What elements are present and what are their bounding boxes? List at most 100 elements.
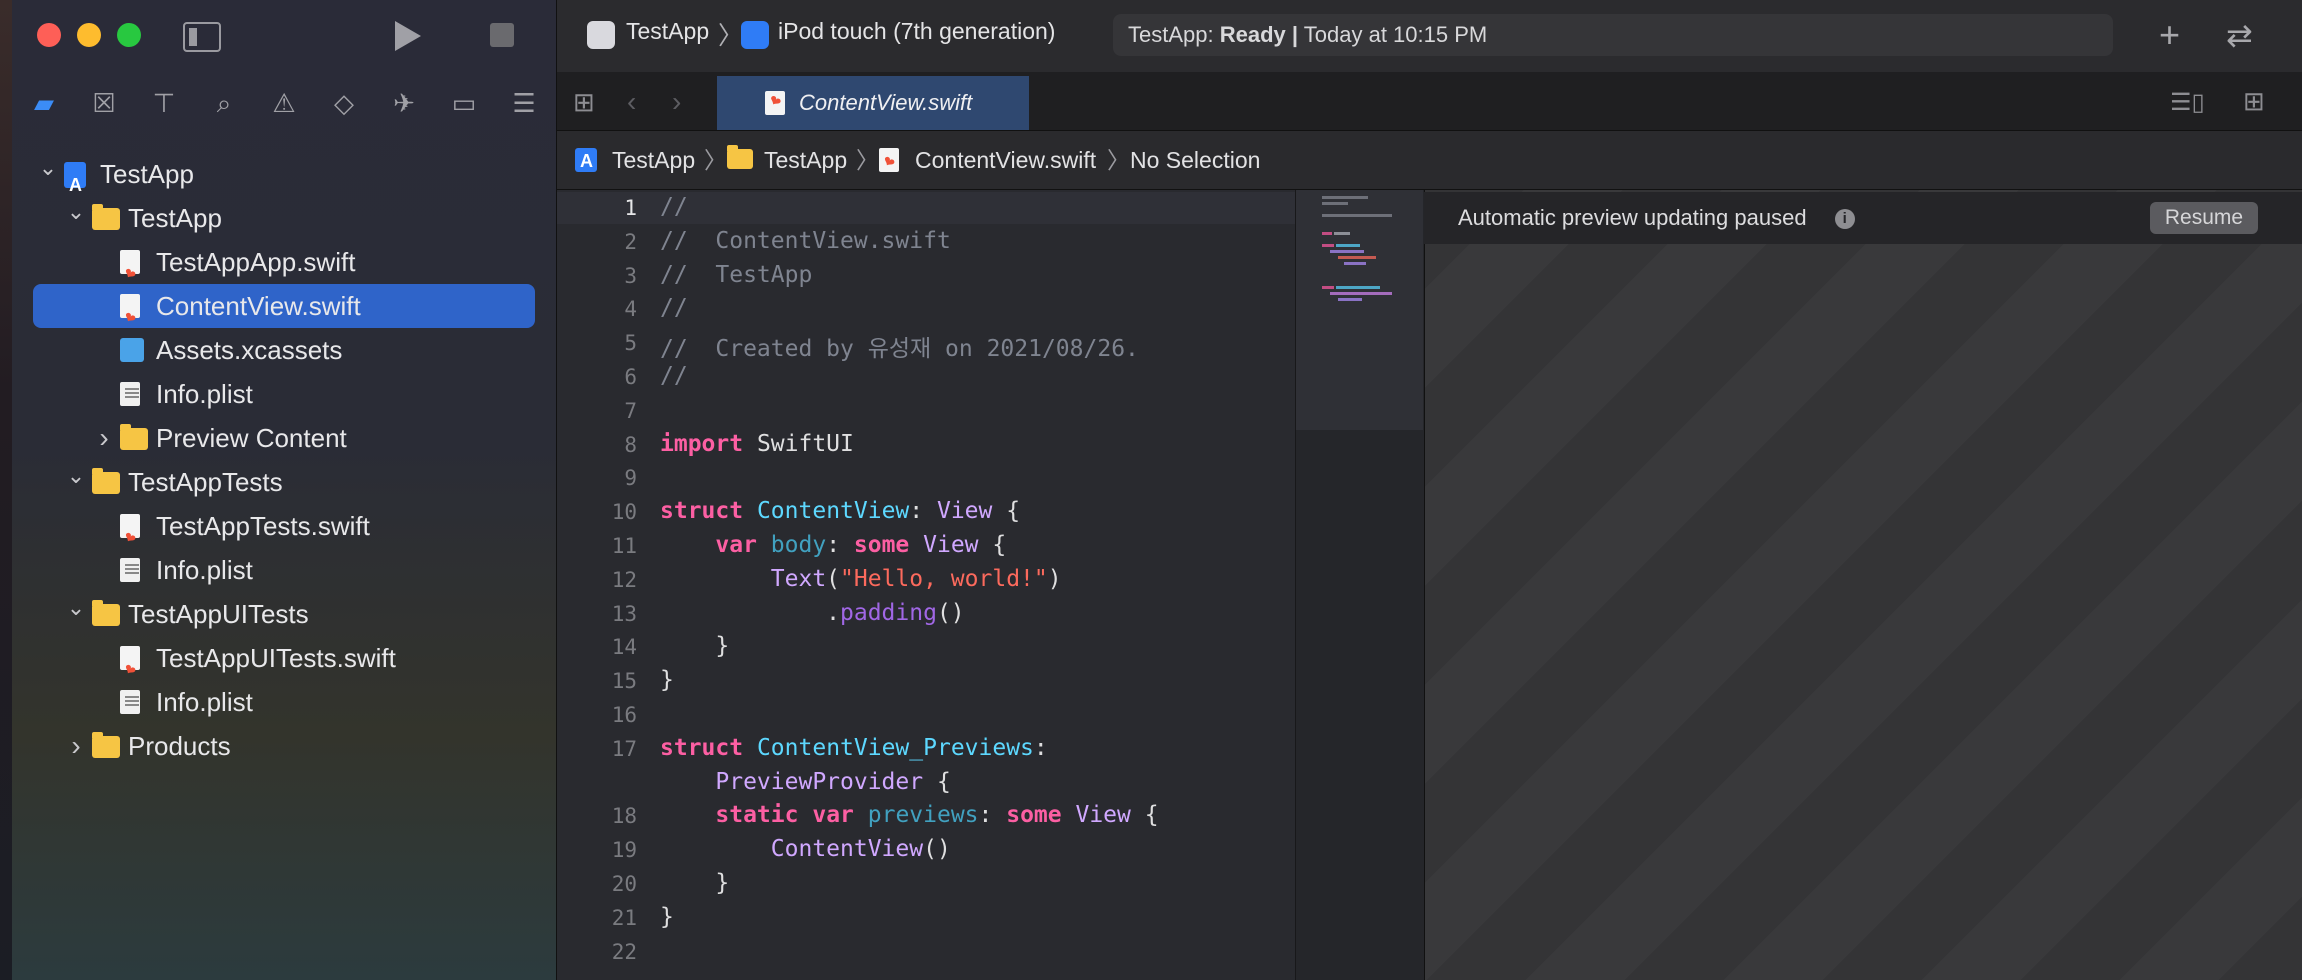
code-token: : <box>1033 735 1048 761</box>
code-token: previews <box>867 802 979 828</box>
project-navigator-folder-icon[interactable]: ▰ <box>26 85 62 121</box>
code-token: PreviewProvider <box>715 769 924 795</box>
navigator-item[interactable]: Info.plist <box>12 548 556 592</box>
tab-contentview-swift[interactable]: ContentView.swift <box>717 76 1029 130</box>
navigator-item[interactable]: ⌄ TestAppTests <box>12 460 556 504</box>
code-token: : <box>909 498 937 524</box>
add-library-button[interactable]: + <box>2159 14 2180 56</box>
breadcrumb-chevron-icon: 〉 <box>1107 147 1130 173</box>
breakpoint-navigator-icon[interactable]: ▭ <box>446 85 482 121</box>
chevron-down-icon[interactable]: ⌄ <box>66 586 86 630</box>
code-line[interactable]: struct ContentView_Previews: <box>660 735 1048 761</box>
navigator-item[interactable]: › Preview Content <box>12 416 556 460</box>
chevron-right-icon[interactable]: › <box>94 416 114 460</box>
chevron-down-icon[interactable]: ⌄ <box>66 454 86 498</box>
navigator-item[interactable]: ContentView.swift <box>12 284 556 328</box>
stop-button[interactable] <box>490 23 514 47</box>
scheme-selector[interactable]: TestApp <box>626 18 709 45</box>
code-token: SwiftUI <box>743 431 854 457</box>
symbol-navigator-icon[interactable]: ⊤ <box>146 85 182 121</box>
navigator-item[interactable]: › Products <box>12 724 556 768</box>
code-line[interactable]: // Created by 유성재 on 2021/08/26. <box>660 329 1139 363</box>
find-navigator-search-icon[interactable]: ⌕ <box>206 85 242 121</box>
line-number: 22 <box>611 940 637 964</box>
minimize-window-button[interactable] <box>77 23 101 47</box>
code-token: some <box>1006 802 1062 828</box>
minimap-viewport[interactable] <box>1296 190 1423 430</box>
preview-canvas[interactable] <box>1424 190 2302 980</box>
toggle-navigator-button[interactable] <box>183 22 221 52</box>
folder-icon <box>92 468 120 494</box>
activity-status-bar[interactable]: TestApp: Ready | Today at 10:15 PM <box>1113 14 2113 56</box>
navigator-item[interactable]: Assets.xcassets <box>12 328 556 372</box>
navigator-item[interactable]: TestAppTests.swift <box>12 504 556 548</box>
navigator-item-label: TestAppUITests.swift <box>156 643 396 673</box>
chevron-right-icon[interactable]: › <box>66 724 86 768</box>
resume-button[interactable]: Resume <box>2150 202 2258 234</box>
navigator-item[interactable]: Info.plist <box>12 680 556 724</box>
chevron-down-icon[interactable]: ⌄ <box>66 190 86 234</box>
code-line[interactable]: } <box>660 904 674 930</box>
zoom-window-button[interactable] <box>117 23 141 47</box>
breadcrumb-symbol[interactable]: No Selection <box>1130 131 1260 189</box>
code-token: // <box>660 363 688 389</box>
breadcrumb-file[interactable]: ContentView.swift <box>915 131 1096 189</box>
test-navigator-diamond-icon[interactable]: ◇ <box>326 85 362 121</box>
code-line[interactable]: static var previews: some View { <box>660 802 1158 828</box>
navigator-item[interactable]: Info.plist <box>12 372 556 416</box>
plist-file-icon <box>120 382 140 406</box>
line-number: 21 <box>611 906 637 930</box>
navigator-item[interactable]: ⌄TestApp <box>12 196 556 240</box>
navigator-item[interactable]: ⌄TestApp <box>12 152 556 207</box>
app-scheme-icon <box>587 21 615 49</box>
chevron-down-icon[interactable]: ⌄ <box>38 146 58 190</box>
line-number: 18 <box>611 804 637 828</box>
code-line[interactable]: // TestApp <box>660 262 812 288</box>
code-line[interactable]: struct ContentView: View { <box>660 498 1020 524</box>
navigator-item[interactable]: ⌄ TestAppUITests <box>12 592 556 636</box>
code-line[interactable]: var body: some View { <box>660 532 1006 558</box>
add-editor-split-icon[interactable]: ⊞ <box>2243 86 2265 117</box>
breadcrumb-project[interactable]: TestApp <box>612 131 695 189</box>
navigator-item-label: TestApp <box>128 203 222 233</box>
navigator-item[interactable]: TestAppApp.swift <box>12 240 556 284</box>
code-line[interactable]: ContentView() <box>660 836 951 862</box>
editor-options-icon[interactable]: ☰▯ <box>2170 88 2205 117</box>
run-button[interactable] <box>395 21 421 51</box>
code-line[interactable]: PreviewProvider { <box>660 769 950 795</box>
code-line[interactable]: // <box>660 295 688 321</box>
related-items-grid-icon[interactable]: ⊞ <box>573 89 599 115</box>
report-navigator-icon[interactable]: ☰ <box>506 85 542 121</box>
code-line[interactable]: Text("Hello, world!") <box>660 566 1062 592</box>
forward-chevron-icon[interactable]: › <box>672 86 681 118</box>
source-control-icon[interactable]: ☒ <box>86 85 122 121</box>
info-icon[interactable]: i <box>1834 209 1855 230</box>
code-token: var <box>812 802 854 828</box>
code-token: // <box>660 295 688 321</box>
back-chevron-icon[interactable]: ‹ <box>627 86 636 118</box>
code-line[interactable]: // ContentView.swift <box>660 228 951 254</box>
debug-navigator-spray-icon[interactable]: ✈ <box>386 85 422 121</box>
line-number: 10 <box>611 500 637 524</box>
code-line[interactable]: // <box>660 363 688 389</box>
issue-navigator-warning-icon[interactable]: ⚠ <box>266 85 302 121</box>
code-line[interactable]: // <box>660 194 688 220</box>
destination-selector[interactable]: iPod touch (7th generation) <box>778 18 1055 45</box>
code-review-swap-icon[interactable]: ⇄ <box>2226 16 2253 54</box>
breadcrumb-group[interactable]: TestApp <box>764 131 847 189</box>
line-number: 7 <box>624 399 637 423</box>
close-window-button[interactable] <box>37 23 61 47</box>
code-line[interactable]: .padding() <box>660 600 965 626</box>
code-token: import <box>660 431 744 457</box>
code-line[interactable]: } <box>660 667 674 693</box>
code-line[interactable]: import SwiftUI <box>660 431 854 457</box>
code-token: body <box>770 532 827 558</box>
status-state: Ready <box>1219 22 1286 47</box>
code-line[interactable]: } <box>660 870 729 896</box>
code-line[interactable]: } <box>660 633 729 659</box>
navigator-item[interactable]: TestAppUITests.swift <box>12 636 556 680</box>
